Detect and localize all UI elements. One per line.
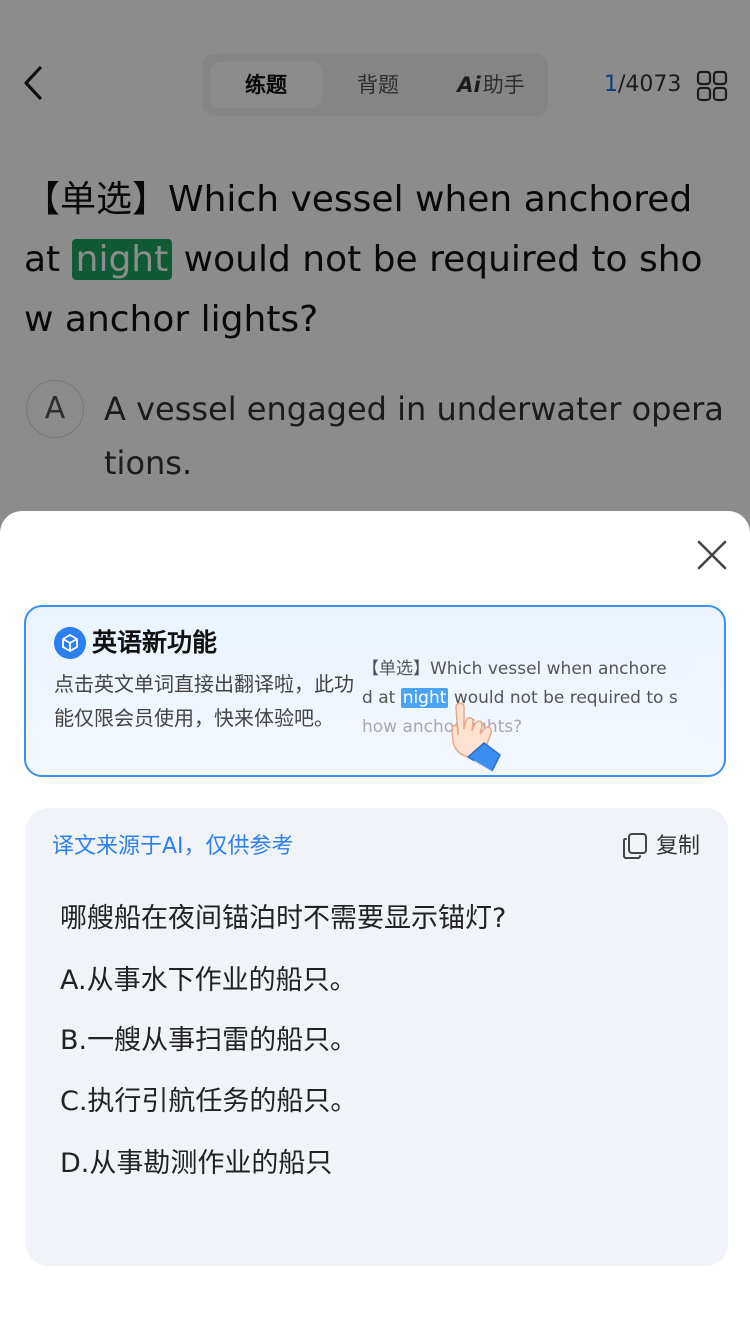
translation-option-d: D.从事勘测作业的船只 — [60, 1148, 333, 1179]
demo-line-2-pre: d at — [362, 688, 401, 708]
demo-fade-mask — [678, 655, 718, 745]
translation-option-a: A.从事水下作业的船只。 — [60, 965, 357, 996]
copy-icon[interactable] — [622, 832, 648, 860]
translation-option-c: C.执行引航任务的船只。 — [60, 1086, 358, 1117]
copy-button[interactable]: 复制 — [656, 828, 700, 860]
promo-demo-preview: 【单选】Which vessel when anchore d at night… — [362, 655, 718, 745]
translation-question: 哪艘船在夜间锚泊时不需要显示锚灯? — [60, 903, 507, 934]
tap-hand-icon — [451, 702, 501, 774]
translation-panel: 译文来源于AI，仅供参考 复制 哪艘船在夜间锚泊时不需要显示锚灯? A.从事水下… — [26, 808, 728, 1266]
demo-line-2: d at night would not be required to s — [362, 684, 718, 713]
promo-title: 英语新功能 — [92, 628, 218, 657]
promo-description: 点击英文单词直接出翻译啦，此功能仅限会员使用，快来体验吧。 — [54, 672, 354, 730]
feature-promo-card[interactable]: 英语新功能 点击英文单词直接出翻译啦，此功能仅限会员使用，快来体验吧。 【单选】… — [24, 605, 726, 777]
demo-highlight-word: night — [400, 688, 449, 708]
close-icon[interactable] — [694, 537, 730, 573]
translation-option-b: B.一艘从事扫雷的船只。 — [60, 1025, 358, 1056]
demo-line-1: 【单选】Which vessel when anchore — [362, 659, 667, 679]
demo-line-3: how anchor lights? — [362, 717, 523, 737]
cube-icon — [54, 627, 86, 659]
translation-source-note: 译文来源于AI，仅供参考 — [52, 834, 294, 859]
